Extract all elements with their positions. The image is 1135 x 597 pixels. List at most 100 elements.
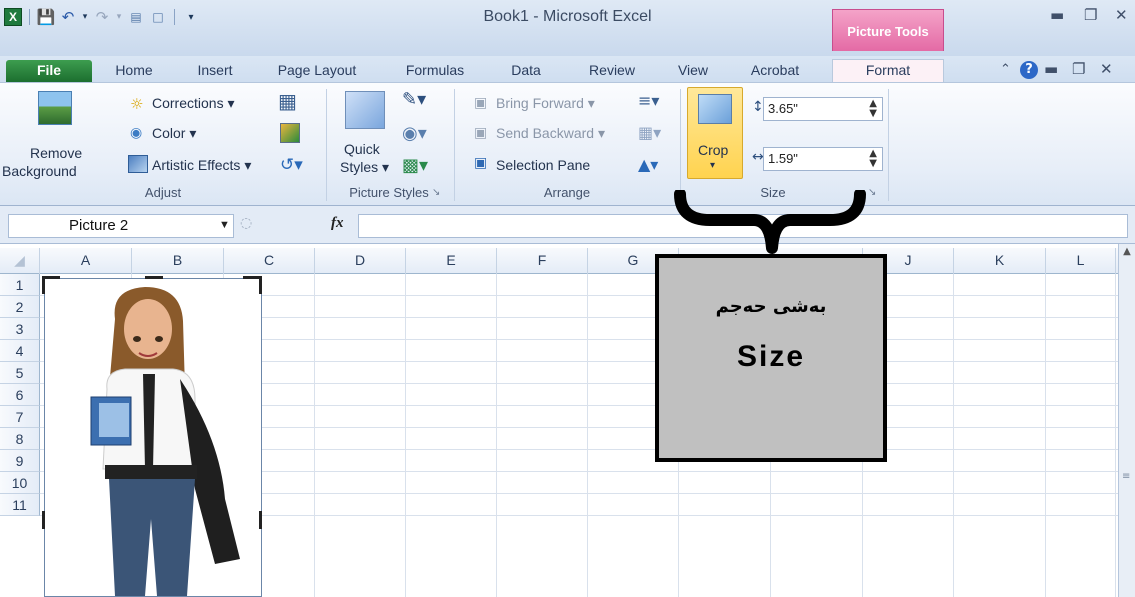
- tab-data[interactable]: Data: [500, 60, 552, 82]
- compress-pictures-icon[interactable]: ▦: [278, 89, 297, 113]
- row-header-11[interactable]: 11: [0, 494, 40, 516]
- tab-review[interactable]: Review: [578, 60, 646, 82]
- row-header-8[interactable]: 8: [0, 428, 40, 450]
- column-header-e[interactable]: E: [406, 248, 497, 274]
- title-bar: X 💾 ↶ ▾ ↷ ▾ ▤ □ ▾ Book1 - Microsoft Exce…: [0, 0, 1135, 56]
- column-header-c[interactable]: C: [224, 248, 315, 274]
- bring-forward-icon: ▣: [474, 95, 488, 111]
- column-headers: ◢ ABCDEFGHIJKL: [0, 248, 1118, 274]
- minimize-icon[interactable]: ▬: [1050, 6, 1064, 24]
- window-title: Book1 - Microsoft Excel: [483, 8, 652, 25]
- row-header-2[interactable]: 2: [0, 296, 40, 318]
- select-all-corner[interactable]: ◢: [0, 248, 40, 274]
- resize-handle-top-right-v[interactable]: [259, 276, 262, 294]
- row-header-6[interactable]: 6: [0, 384, 40, 406]
- tab-acrobat[interactable]: Acrobat: [734, 60, 816, 82]
- shape-width-icon: ↔: [752, 149, 764, 165]
- workbook-restore-icon[interactable]: ❐: [1072, 60, 1085, 78]
- picture-border-icon[interactable]: ✎▾: [402, 89, 426, 110]
- workbook-minimize-icon[interactable]: ▬: [1044, 60, 1058, 78]
- rotate-icon[interactable]: ▲▾: [638, 155, 658, 174]
- send-backward-icon: ▣: [474, 125, 488, 141]
- name-box[interactable]: Picture 2 ▼: [8, 214, 234, 238]
- resize-handle-right[interactable]: [259, 511, 262, 529]
- gridline-vertical: [587, 274, 588, 597]
- quick-styles-label-1: Quick: [344, 141, 380, 157]
- selection-pane-button[interactable]: Selection Pane: [496, 157, 590, 173]
- scroll-up-icon[interactable]: ▲: [1121, 246, 1133, 262]
- gridline-vertical: [405, 274, 406, 597]
- spinner-arrows-icon[interactable]: ▲ ▼: [869, 149, 877, 169]
- gridline-vertical: [314, 274, 315, 597]
- tab-page-layout[interactable]: Page Layout: [268, 60, 366, 82]
- tab-view[interactable]: View: [668, 60, 718, 82]
- selection-pane-icon: ▣: [474, 155, 488, 171]
- column-header-d[interactable]: D: [315, 248, 406, 274]
- picture-layout-icon[interactable]: ▩▾: [402, 155, 428, 176]
- group-objects-icon[interactable]: ▦▾: [638, 123, 661, 142]
- quick-styles-icon: [345, 91, 385, 129]
- column-header-l[interactable]: L: [1046, 248, 1116, 274]
- vertical-scrollbar[interactable]: ▲ ≡: [1118, 244, 1135, 597]
- insert-function-icon[interactable]: fx: [331, 215, 344, 232]
- change-picture-icon[interactable]: [280, 123, 300, 143]
- row-header-1[interactable]: 1: [0, 274, 40, 296]
- send-backward-button[interactable]: Send Backward ▾: [496, 125, 605, 142]
- ribbon: Remove Background ☼ Corrections ▾ ◉ Colo…: [0, 82, 1135, 206]
- row-header-7[interactable]: 7: [0, 406, 40, 428]
- tab-formulas[interactable]: Formulas: [394, 60, 476, 82]
- color-icon: ◉: [130, 125, 143, 141]
- row-header-3[interactable]: 3: [0, 318, 40, 340]
- corrections-button[interactable]: Corrections ▾: [152, 95, 235, 112]
- crop-dropdown-icon: ▾: [710, 160, 716, 171]
- crop-button[interactable]: Crop ▾: [687, 87, 743, 179]
- name-box-dropdown-icon[interactable]: ▼: [219, 219, 230, 231]
- size-callout-box: به‌شی حه‌جم Size: [655, 254, 887, 462]
- resize-handle-top-left-v[interactable]: [42, 276, 45, 294]
- shape-height-icon: ↕: [752, 99, 764, 115]
- minimize-ribbon-icon[interactable]: ⌃: [1000, 62, 1011, 77]
- row-header-4[interactable]: 4: [0, 340, 40, 362]
- arrange-group-label: Arrange: [543, 185, 591, 200]
- resize-handle-top[interactable]: [145, 276, 163, 279]
- shape-height-spinner[interactable]: 3.65" ▲ ▼: [763, 97, 883, 121]
- remove-background-button[interactable]: Remove Background: [0, 83, 112, 183]
- tab-file[interactable]: File: [6, 60, 92, 82]
- tab-home[interactable]: Home: [106, 60, 162, 82]
- row-header-5[interactable]: 5: [0, 362, 40, 384]
- column-header-f[interactable]: F: [497, 248, 588, 274]
- dialog-launcher-icon[interactable]: ↘: [432, 187, 440, 198]
- quick-styles-button[interactable]: Quick Styles ▾: [336, 83, 398, 183]
- row-header-10[interactable]: 10: [0, 472, 40, 494]
- tab-insert[interactable]: Insert: [184, 60, 246, 82]
- remove-background-label-2: Background: [2, 163, 77, 179]
- spinner-arrows-icon[interactable]: ▲ ▼: [869, 99, 877, 119]
- restore-icon[interactable]: ❐: [1084, 6, 1097, 24]
- inserted-picture[interactable]: [42, 276, 262, 597]
- tab-format[interactable]: Format: [832, 59, 944, 82]
- column-header-a[interactable]: A: [40, 248, 132, 274]
- shape-width-spinner[interactable]: 1.59" ▲ ▼: [763, 147, 883, 171]
- crop-icon: [698, 94, 732, 124]
- align-icon[interactable]: ≡▾: [638, 91, 659, 110]
- picture-effects-icon[interactable]: ◉▾: [402, 123, 427, 144]
- callout-text-english: Size: [736, 340, 806, 373]
- artistic-effects-button[interactable]: Artistic Effects ▾: [152, 157, 251, 174]
- gridline-vertical: [1045, 274, 1046, 597]
- workbook-close-icon[interactable]: ✕: [1100, 60, 1113, 78]
- picture-tools-contextual-label: Picture Tools: [832, 9, 944, 51]
- corrections-icon: ☼: [130, 95, 144, 113]
- scroll-grip-icon[interactable]: ≡: [1122, 471, 1132, 482]
- help-icon[interactable]: ?: [1020, 59, 1038, 79]
- color-button[interactable]: Color ▾: [152, 125, 196, 142]
- artistic-effects-icon: [128, 155, 148, 173]
- resize-handle-left[interactable]: [42, 511, 45, 529]
- close-icon[interactable]: ✕: [1115, 6, 1128, 24]
- formula-bar-resize-icon[interactable]: ◌: [240, 215, 252, 231]
- row-header-9[interactable]: 9: [0, 450, 40, 472]
- callout-text-persian: به‌شی حه‌جم: [715, 296, 827, 317]
- column-header-b[interactable]: B: [132, 248, 224, 274]
- reset-picture-icon[interactable]: ↺▾: [280, 155, 303, 175]
- column-header-k[interactable]: K: [954, 248, 1046, 274]
- bring-forward-button[interactable]: Bring Forward ▾: [496, 95, 595, 112]
